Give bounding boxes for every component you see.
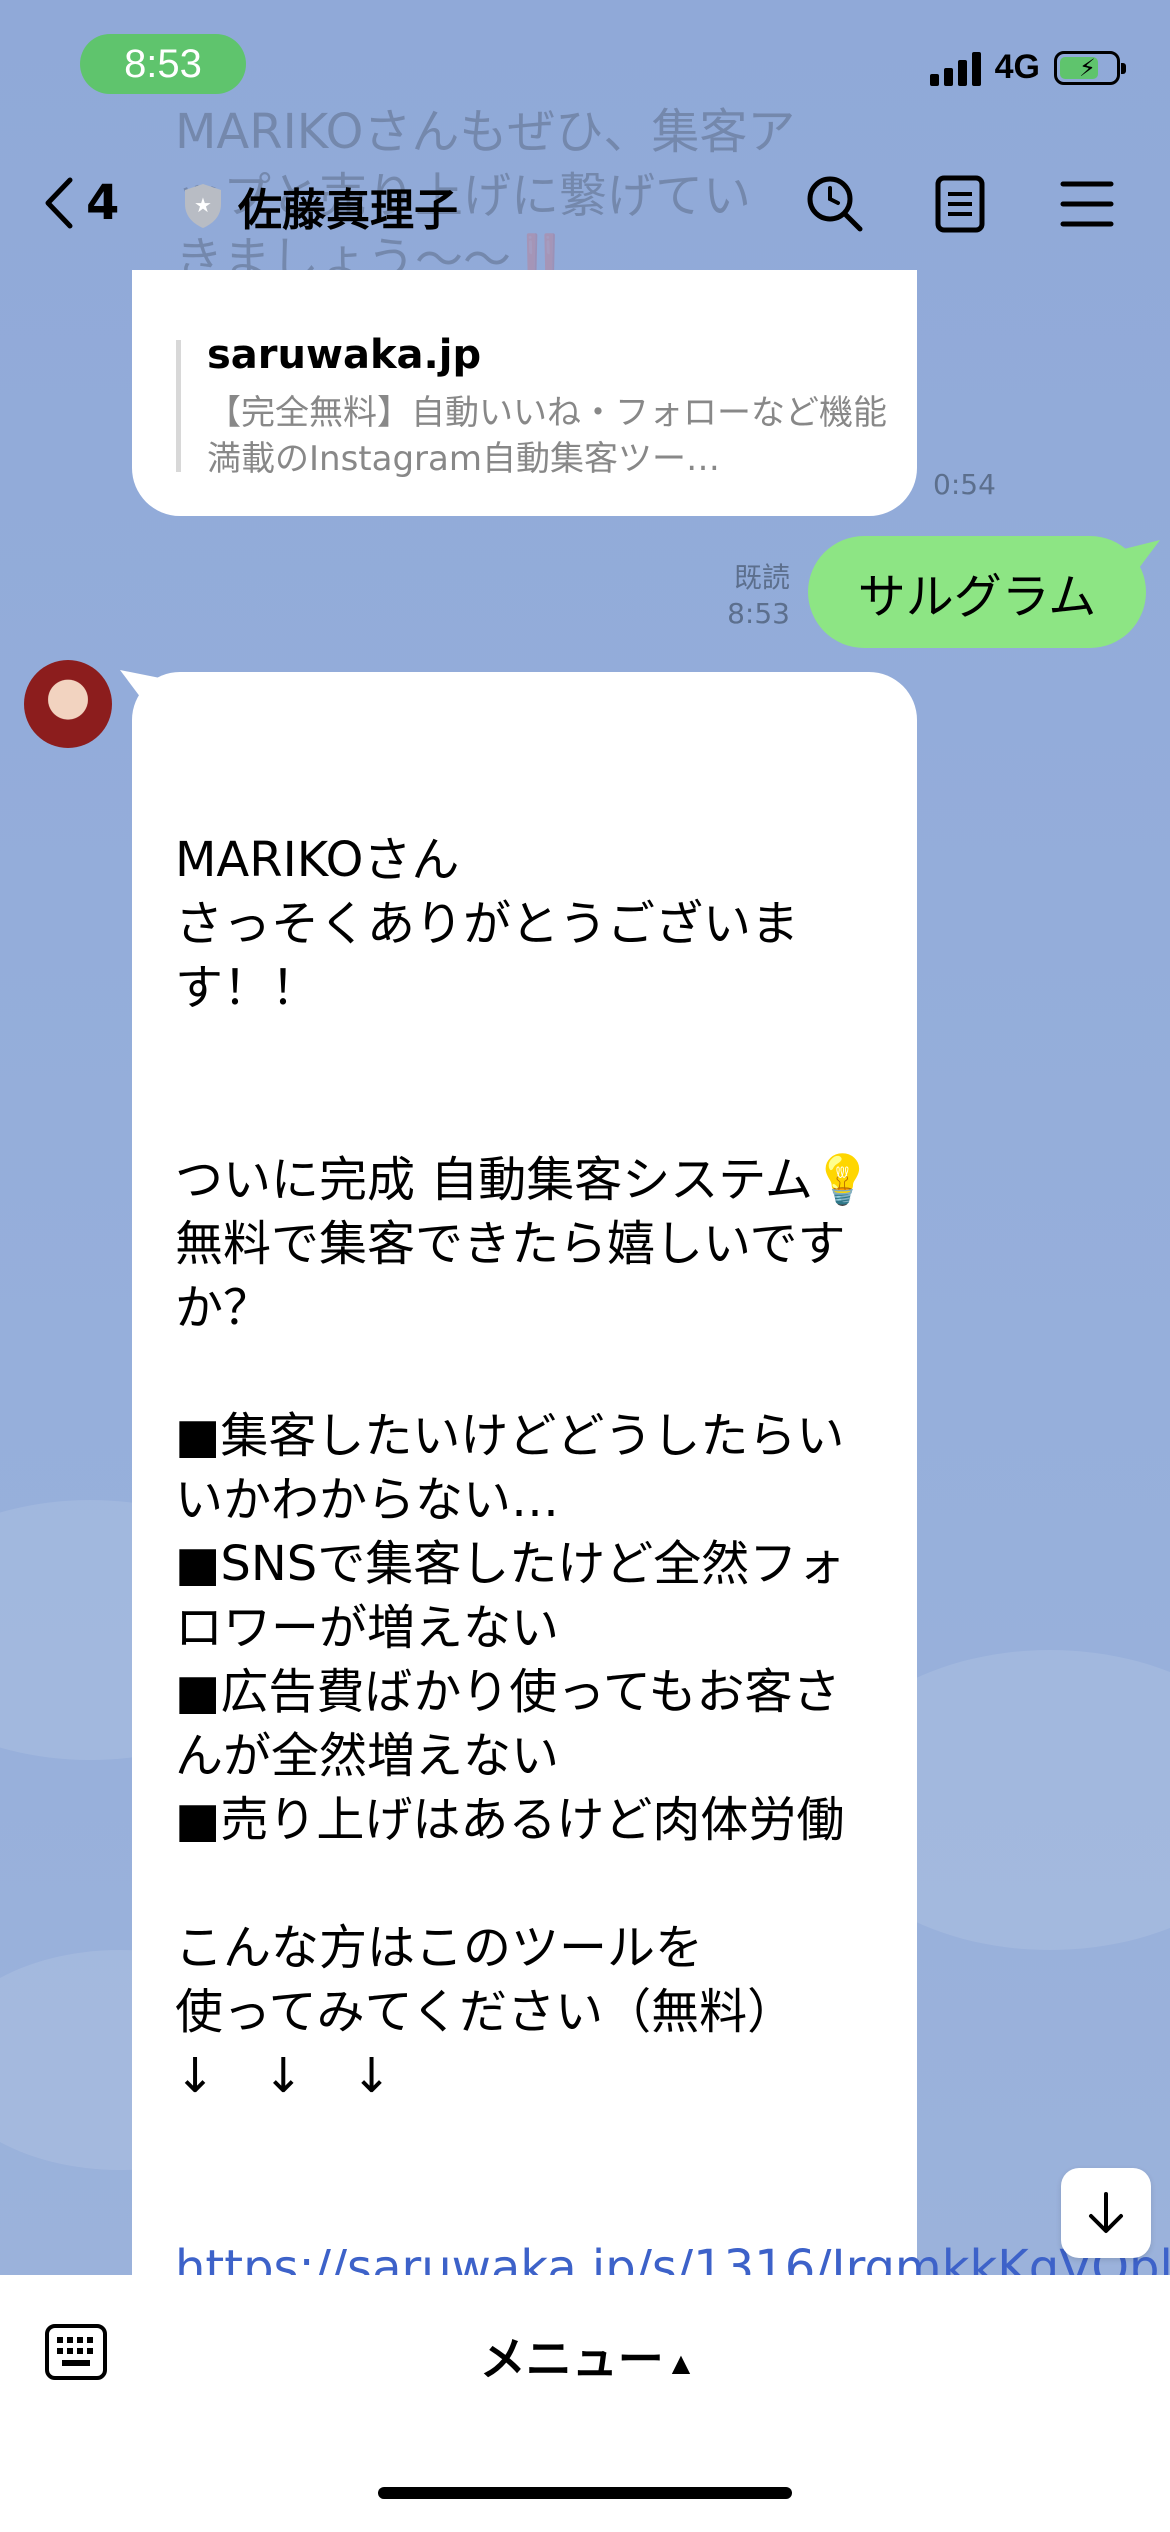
contact-name: 佐藤真理子 (238, 185, 458, 236)
caret-up-icon: ▲ (671, 2348, 691, 2377)
incoming-message-text: MARIKOさん さっそくありがとうございます！！ ついに完成 自動集客システム… (175, 700, 1170, 2300)
battery-icon: ⚡ (1054, 50, 1126, 85)
home-indicator[interactable] (378, 2487, 792, 2499)
chevron-left-icon (45, 177, 73, 229)
message-timestamp: 0:54 (933, 468, 996, 501)
link-description: 【完全無料】自動いいね・フォローなど機能満載のInstagram自動集客ツー… (207, 393, 887, 479)
arrow-down-icon (1089, 2192, 1123, 2233)
chat-header: 4 ★ 佐藤真理子 (0, 160, 1170, 250)
shield-icon: ★ (185, 184, 221, 228)
bubble-tail (1120, 540, 1160, 580)
link-domain: saruwaka.jp (207, 332, 482, 378)
outgoing-message-text: サルグラム (857, 569, 1097, 625)
unread-count: 4 (86, 175, 120, 231)
network-label: 4G (994, 48, 1040, 86)
scroll-to-bottom-button[interactable] (1061, 2168, 1151, 2258)
svg-text:★: ★ (194, 193, 212, 217)
chat-title[interactable]: ★ 佐藤真理子 (182, 174, 458, 238)
notes-icon[interactable] (928, 172, 992, 236)
avatar[interactable] (24, 660, 112, 748)
signal-icon (929, 50, 981, 86)
read-receipt: 既読 8:53 (727, 561, 790, 630)
status-time: 8:53 (80, 34, 246, 94)
outgoing-message[interactable]: サルグラム (808, 536, 1146, 648)
rich-menu-toggle[interactable]: メニュー ▲ (0, 2323, 1170, 2389)
menu-label: メニュー (479, 2332, 664, 2386)
hamburger-menu-icon[interactable] (1055, 172, 1119, 236)
link-preview-card[interactable]: saruwaka.jp 【完全無料】自動いいね・フォローなど機能満載のInsta… (132, 270, 917, 516)
search-icon[interactable] (803, 172, 867, 236)
back-button[interactable]: 4 (40, 174, 119, 232)
status-indicators: 4G ⚡ (929, 48, 1126, 87)
